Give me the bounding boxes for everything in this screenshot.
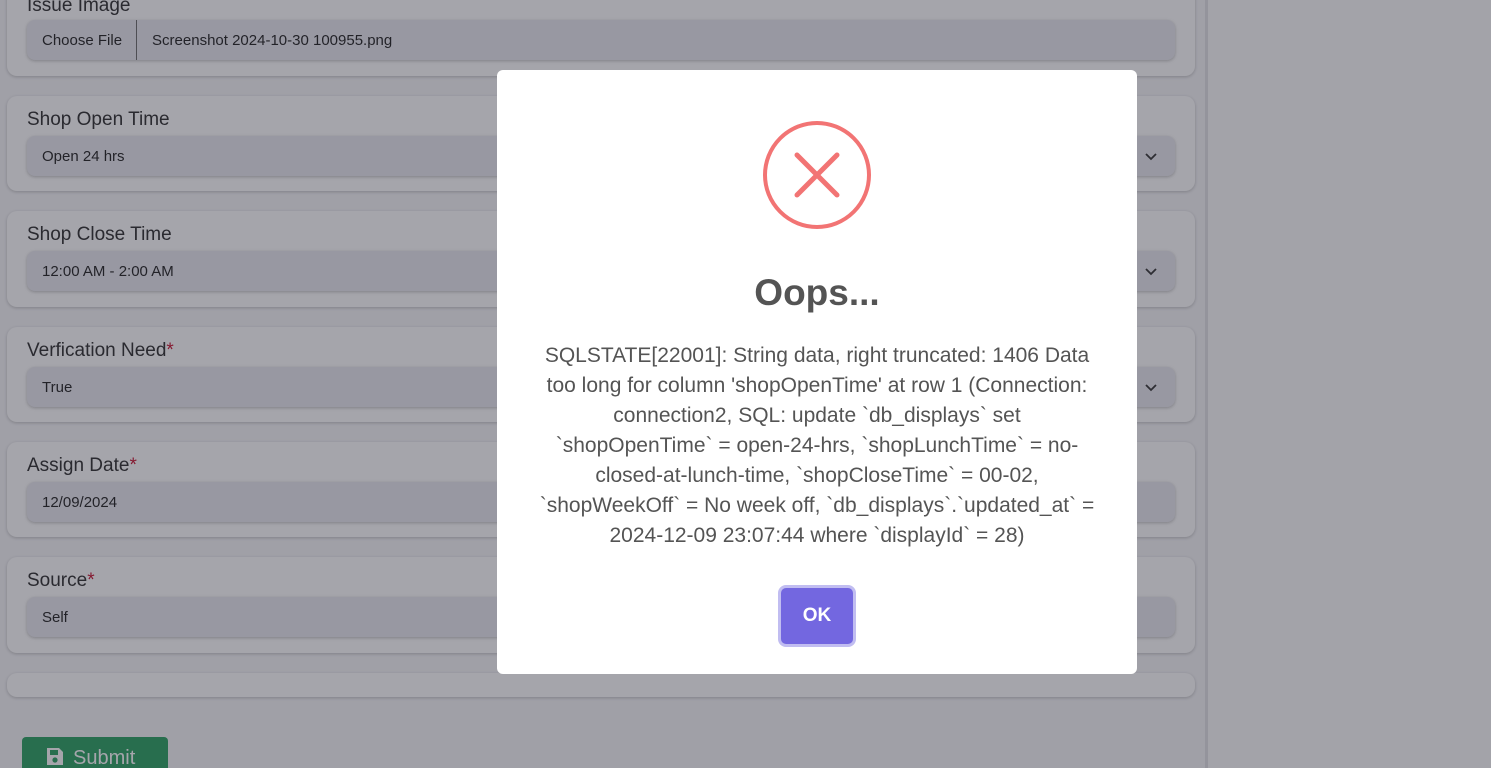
error-x-icon	[763, 121, 871, 229]
dialog-title: Oops...	[754, 272, 880, 313]
error-dialog: Oops... SQLSTATE[22001]: String data, ri…	[497, 70, 1137, 674]
page: Issue Image Choose File Screenshot 2024-…	[0, 0, 1491, 768]
ok-button-label: OK	[781, 588, 853, 644]
ok-button[interactable]: OK	[778, 585, 856, 647]
dialog-message: SQLSTATE[22001]: String data, right trun…	[539, 344, 1095, 547]
